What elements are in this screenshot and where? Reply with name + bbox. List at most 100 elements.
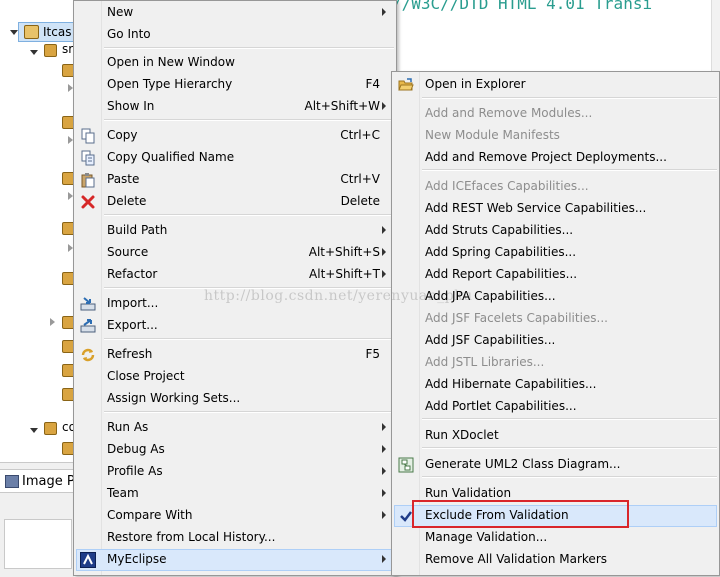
project-icon <box>24 25 39 39</box>
chevron-right-icon <box>382 226 386 234</box>
menu-item-label: Assign Working Sets... <box>107 391 241 405</box>
tree-child-label[interactable]: sr <box>62 42 73 56</box>
paste-icon <box>80 172 96 188</box>
menu-item-label: Copy Qualified Name <box>107 150 235 164</box>
submenu-item-label: Add and Remove Project Deployments... <box>425 150 667 164</box>
menu-item-new[interactable]: New <box>76 2 394 24</box>
submenu-item-label: Add JSTL Libraries... <box>425 355 545 369</box>
submenu-item-open-in-explorer[interactable]: Open in Explorer <box>394 74 717 96</box>
submenu-item-add-report-capabilities[interactable]: Add Report Capabilities... <box>394 264 717 286</box>
menu-item-build-path[interactable]: Build Path <box>76 220 394 242</box>
menu-item-label: Compare With <box>107 508 193 522</box>
submenu-item-label: Add JSF Facelets Capabilities... <box>425 311 608 325</box>
expand-down-icon[interactable] <box>30 50 38 55</box>
chevron-right-icon <box>382 8 386 16</box>
submenu-item-add-spring-capabilities[interactable]: Add Spring Capabilities... <box>394 242 717 264</box>
menu-separator <box>104 214 394 216</box>
menu-item-refresh[interactable]: Refresh F5 <box>76 344 394 366</box>
submenu-item-add-and-remove-project-deployments[interactable]: Add and Remove Project Deployments... <box>394 147 717 169</box>
uml-icon <box>398 457 414 473</box>
menu-item-restore-from-local-history[interactable]: Restore from Local History... <box>76 527 394 549</box>
menu-item-profile-as[interactable]: Profile As <box>76 461 394 483</box>
menu-item-close-project[interactable]: Close Project <box>76 366 394 388</box>
submenu-item-label: Add Portlet Capabilities... <box>425 399 577 413</box>
menu-item-export[interactable]: Export... <box>76 315 394 337</box>
menu-item-compare-with[interactable]: Compare With <box>76 505 394 527</box>
submenu-item-exclude-from-validation[interactable]: Exclude From Validation <box>394 505 717 527</box>
chevron-right-icon <box>382 467 386 475</box>
submenu-item-run-xdoclet[interactable]: Run XDoclet <box>394 425 717 447</box>
menu-item-label: Build Path <box>107 223 168 237</box>
menu-separator <box>422 476 717 478</box>
chevron-right-icon <box>382 511 386 519</box>
menu-separator <box>422 447 717 449</box>
menu-separator <box>104 338 394 340</box>
submenu-item-label: Add Report Capabilities... <box>425 267 578 281</box>
export-icon <box>80 318 96 334</box>
image-preview-tab[interactable]: Image P <box>0 469 75 493</box>
shortcut-label: Ctrl+V <box>340 172 380 186</box>
folder-open-icon <box>398 77 414 93</box>
package-explorer-tree: Itcas sr co <box>0 0 76 464</box>
view-tab-label: Image P <box>22 474 75 489</box>
chevron-right-icon <box>382 555 386 563</box>
menu-item-import[interactable]: Import... <box>76 293 394 315</box>
chevron-right-icon <box>382 270 386 278</box>
menu-item-label: Refactor <box>107 267 158 281</box>
menu-item-label: Profile As <box>107 464 163 478</box>
image-icon <box>5 475 19 488</box>
menu-item-assign-working-sets[interactable]: Assign Working Sets... <box>76 388 394 410</box>
submenu-item-remove-all-validation-markers[interactable]: Remove All Validation Markers <box>394 549 717 571</box>
submenu-item-add-struts-capabilities[interactable]: Add Struts Capabilities... <box>394 220 717 242</box>
menu-item-label: Go Into <box>107 27 151 41</box>
menu-item-label: Open Type Hierarchy <box>107 77 233 91</box>
submenu-item-add-rest-web-service-capabilities[interactable]: Add REST Web Service Capabilities... <box>394 198 717 220</box>
menu-item-team[interactable]: Team <box>76 483 394 505</box>
menu-item-copy-qualified-name[interactable]: Copy Qualified Name <box>76 147 394 169</box>
expand-right-icon[interactable] <box>50 318 55 326</box>
menu-item-delete[interactable]: Delete Delete <box>76 191 394 213</box>
submenu-item-add-jpa-capabilities[interactable]: Add JPA Capabilities... <box>394 286 717 308</box>
submenu-item-add-jsf-capabilities[interactable]: Add JSF Capabilities... <box>394 330 717 352</box>
expand-down-icon[interactable] <box>30 428 38 433</box>
submenu-item-label: Add Struts Capabilities... <box>425 223 574 237</box>
menu-item-label: Debug As <box>107 442 165 456</box>
chevron-right-icon <box>382 102 386 110</box>
menu-item-show-in[interactable]: Show In Alt+Shift+W <box>76 96 394 118</box>
menu-item-debug-as[interactable]: Debug As <box>76 439 394 461</box>
submenu-item-generate-uml2-class-diagram[interactable]: Generate UML2 Class Diagram... <box>394 454 717 476</box>
submenu-item-add-hibernate-capabilities[interactable]: Add Hibernate Capabilities... <box>394 374 717 396</box>
menu-item-label: Show In <box>107 99 155 113</box>
submenu-item-run-validation[interactable]: Run Validation <box>394 483 717 505</box>
submenu-item-add-portlet-capabilities[interactable]: Add Portlet Capabilities... <box>394 396 717 418</box>
menu-item-paste[interactable]: Paste Ctrl+V <box>76 169 394 191</box>
menu-item-run-as[interactable]: Run As <box>76 417 394 439</box>
submenu-item-label: Exclude From Validation <box>425 508 569 522</box>
menu-item-label: Source <box>107 245 149 259</box>
context-menu: New Go Into Open in New Window Open Type Hi… <box>73 0 397 576</box>
menu-item-open-type-hierarchy[interactable]: Open Type Hierarchy F4 <box>76 74 394 96</box>
expand-down-icon[interactable] <box>10 30 18 35</box>
source-folder-icon <box>44 422 57 435</box>
menu-item-label: MyEclipse <box>107 552 167 566</box>
menu-item-label: Export... <box>107 318 158 332</box>
bottom-view-panel: Image P <box>0 462 75 577</box>
submenu-item-label: New Module Manifests <box>425 128 560 142</box>
submenu-item-add-jstl-libraries[interactable]: Add JSTL Libraries... <box>394 352 717 374</box>
menu-item-copy[interactable]: Copy Ctrl+C <box>76 125 394 147</box>
menu-item-open-in-new-window[interactable]: Open in New Window <box>76 52 394 74</box>
submenu-item-new-module-manifests[interactable]: New Module Manifests <box>394 125 717 147</box>
menu-item-go-into[interactable]: Go Into <box>76 24 394 46</box>
menu-separator <box>104 287 394 289</box>
submenu-item-add-and-remove-modules[interactable]: Add and Remove Modules... <box>394 103 717 125</box>
submenu-item-add-icefaces-capabilities[interactable]: Add ICEfaces Capabilities... <box>394 176 717 198</box>
menu-item-source[interactable]: Source Alt+Shift+S <box>76 242 394 264</box>
menu-item-myeclipse[interactable]: MyEclipse <box>76 549 394 571</box>
chevron-right-icon <box>382 489 386 497</box>
menu-separator <box>104 47 394 49</box>
submenu-item-manage-validation[interactable]: Manage Validation... <box>394 527 717 549</box>
tree-root-label[interactable]: Itcas <box>43 25 71 39</box>
shortcut-label: Delete <box>340 194 380 208</box>
submenu-item-add-jsf-facelets-capabilities[interactable]: Add JSF Facelets Capabilities... <box>394 308 717 330</box>
menu-item-refactor[interactable]: Refactor Alt+Shift+T <box>76 264 394 286</box>
